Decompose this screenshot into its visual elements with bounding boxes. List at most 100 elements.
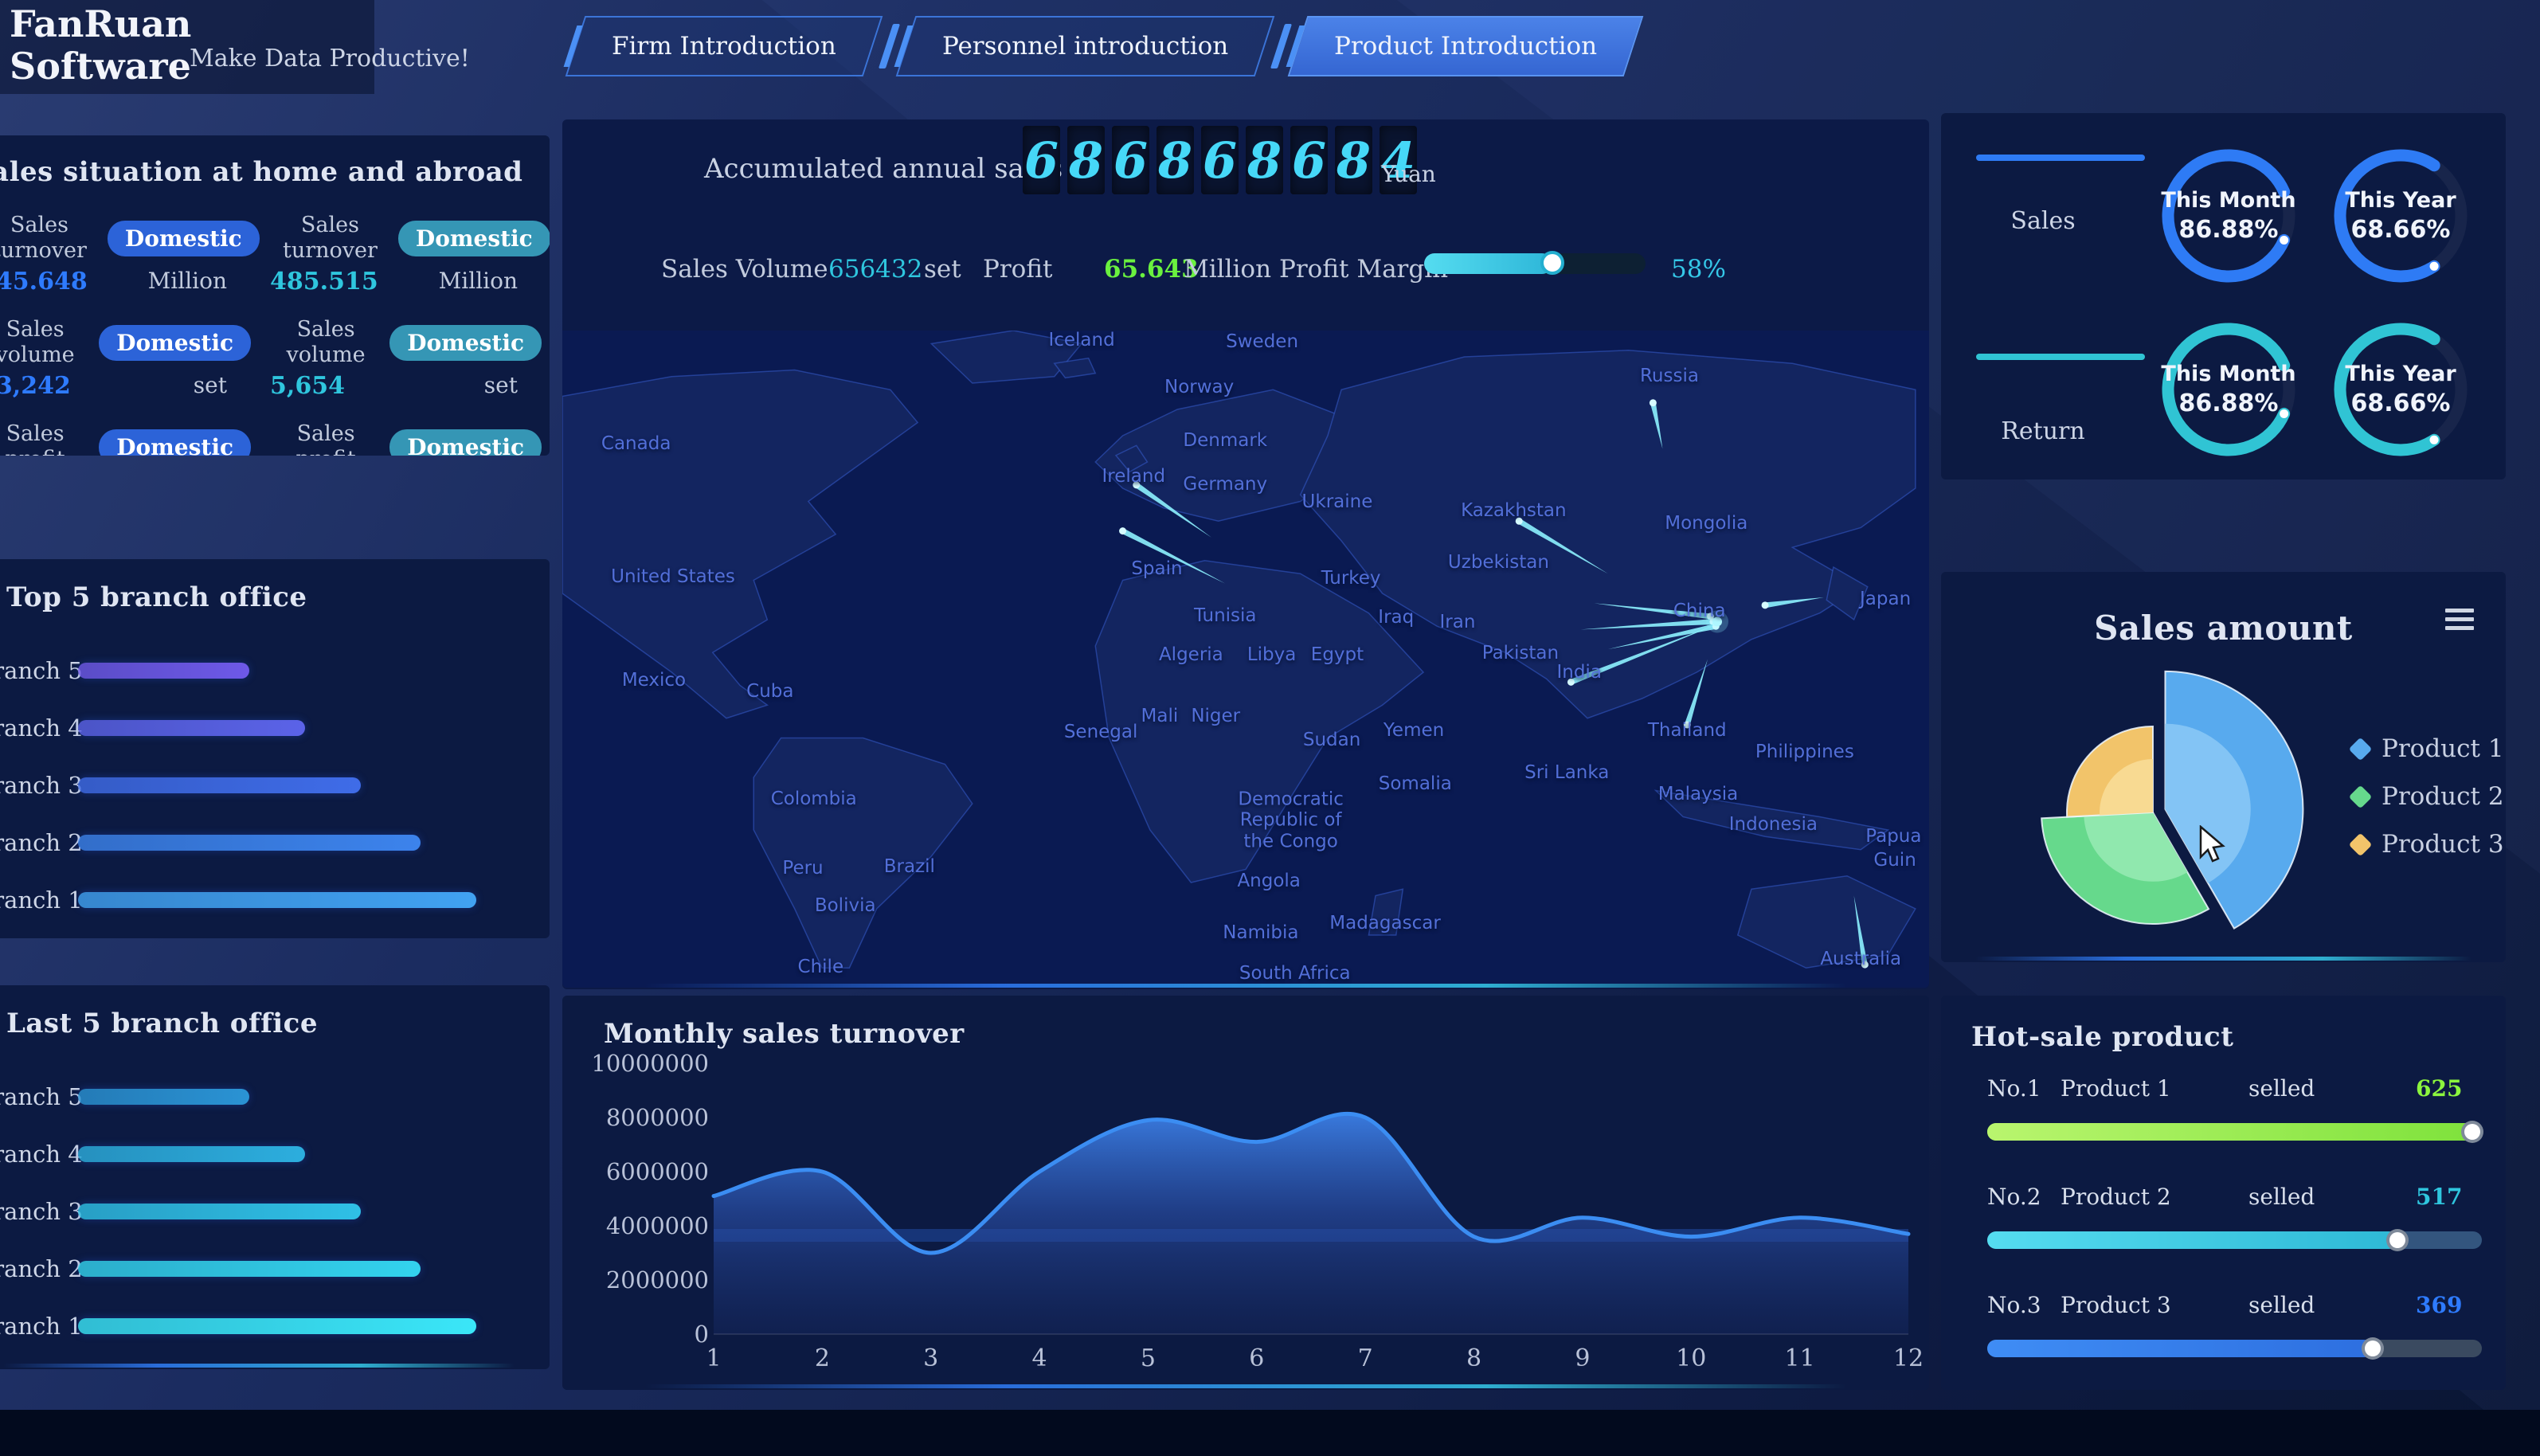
- panel-title: Last 5 branch office: [6, 1008, 318, 1039]
- bar: [78, 777, 361, 793]
- gauge-period-label: This Month: [2161, 362, 2296, 386]
- y-tick: 0: [694, 1321, 709, 1348]
- bar-row: Branch 1: [0, 871, 476, 929]
- metric-unit: Million: [147, 268, 227, 294]
- flight-beam: [1684, 659, 1708, 726]
- map-label-namibia: Namibia: [1223, 922, 1299, 943]
- slider-fill: [1424, 253, 1553, 274]
- footer-bar: [0, 1410, 2540, 1456]
- metric-label: Sales volume: [286, 316, 366, 367]
- profit-margin-slider[interactable]: [1424, 251, 1646, 275]
- hot-row-head: No.1 Product 1 selled 625: [1987, 1075, 2482, 1102]
- gauge-this-year: This Year 68.66%: [2325, 140, 2476, 292]
- last5-bars: Branch 5 Branch 4 Branch 3 Branch 2 Branch 1: [0, 1068, 550, 1355]
- map-label-madagascar: Madagascar: [1329, 912, 1441, 933]
- metric-label: Sales volume: [0, 316, 75, 367]
- tab-firm-introduction[interactable]: Firm Introduction: [565, 16, 883, 76]
- gauge-percent-value: 68.66%: [2350, 216, 2451, 244]
- x-tick: 10: [1676, 1344, 1707, 1372]
- x-tick: 8: [1466, 1344, 1482, 1372]
- x-tick: 11: [1784, 1344, 1815, 1372]
- tab-personnel-introduction[interactable]: Personnel introduction: [895, 16, 1275, 76]
- legend-item-product-3[interactable]: Product 3: [2348, 830, 2504, 859]
- digit-value: 6: [1202, 131, 1238, 190]
- sales-volume-unit: set: [924, 255, 961, 284]
- product-name: Product 1: [2061, 1075, 2171, 1102]
- bar-label: Branch 4: [0, 1141, 83, 1168]
- sales-counter-unit: Yuan: [1381, 161, 1436, 187]
- metric-row: Sales turnover Domestic 485.515 Million: [270, 212, 550, 296]
- legend-item-product-1[interactable]: Product 1: [2348, 734, 2504, 763]
- bar: [78, 1146, 305, 1162]
- x-tick: 1: [706, 1344, 722, 1372]
- selled-value: 369: [2416, 1292, 2463, 1318]
- legend-item-product-2[interactable]: Product 2: [2348, 782, 2504, 811]
- map-label-uzbekistan: Uzbekistan: [1447, 552, 1549, 573]
- map-label-canada: Canada: [601, 432, 671, 454]
- map-label-germany: Germany: [1183, 473, 1268, 495]
- metric-label: Sales turnover: [283, 212, 378, 263]
- rose-pie-chart: [2041, 670, 2304, 930]
- domestic-tag[interactable]: Domestic: [389, 324, 542, 361]
- app-logo: FanRuan Software: [10, 3, 191, 88]
- bar-track: [78, 720, 476, 736]
- digit-value: 6: [1291, 131, 1327, 190]
- gauge-group: This Month 86.88% This Year 68.66%: [2153, 140, 2476, 292]
- product-name: Product 3: [2061, 1292, 2171, 1318]
- selled-value: 625: [2416, 1075, 2463, 1102]
- domestic-tag[interactable]: Domestic: [389, 429, 542, 456]
- bar-row: Branch 4: [0, 1125, 476, 1183]
- bar-track: [78, 1146, 476, 1162]
- bar-track: [78, 777, 476, 793]
- metric-unit: Million: [438, 268, 518, 294]
- progress-track: [1987, 1337, 2482, 1360]
- profit-unit: Million: [1184, 255, 1272, 284]
- domestic-tag[interactable]: Domestic: [99, 429, 251, 456]
- metric-head: Sales turnover Domestic: [0, 212, 260, 264]
- progress-knob[interactable]: [2460, 1121, 2483, 1143]
- gauge-period-label: This Year: [2345, 362, 2456, 386]
- bar-row: Branch 4: [0, 699, 476, 757]
- metric-row: Sales volume Domestic 5,654 set: [270, 316, 542, 400]
- bar-track: [78, 1089, 476, 1105]
- gauge-percent-value: 86.88%: [2178, 389, 2279, 417]
- gauge-this-year: This Year 68.66%: [2325, 314, 2476, 465]
- map-label-ireland: Ireland: [1102, 465, 1166, 487]
- hamburger-menu-icon[interactable]: [2445, 609, 2474, 635]
- map-label-denmark: Denmark: [1183, 429, 1268, 451]
- progress-fill: [1987, 1123, 2472, 1141]
- tab-product-introduction[interactable]: Product Introduction: [1287, 16, 1644, 76]
- metric-label: Sales profit: [5, 421, 65, 456]
- x-tick: 7: [1357, 1344, 1373, 1372]
- legend-label: Product 3: [2381, 830, 2504, 859]
- slider-knob[interactable]: [1540, 251, 1565, 275]
- hot-sale-row: No.3 Product 3 selled 369: [1941, 1292, 2506, 1388]
- panel-title: Hot-sale product: [1971, 1021, 2234, 1053]
- profit-label: Profit: [983, 255, 1053, 284]
- bar-track: [78, 663, 476, 679]
- bar: [78, 1318, 476, 1334]
- gauge-period-label: This Month: [2161, 188, 2296, 213]
- y-tick: 2000000: [605, 1266, 709, 1294]
- y-tick: 6000000: [605, 1158, 709, 1185]
- progress-knob[interactable]: [2386, 1229, 2409, 1251]
- map-label-iraq: Iraq: [1378, 606, 1415, 628]
- x-tick: 12: [1892, 1344, 1924, 1372]
- world-map: Iceland Sweden Norway Denmark Ireland Germany…: [562, 331, 1929, 988]
- domestic-tag[interactable]: Domestic: [99, 324, 251, 361]
- selled-label: selled: [2248, 1075, 2315, 1102]
- sales-volume-label: Sales Volume: [661, 255, 828, 284]
- domestic-tag[interactable]: Domestic: [107, 220, 260, 256]
- domestic-tag[interactable]: Domestic: [397, 220, 550, 256]
- map-label-angola: Angola: [1237, 871, 1301, 892]
- bar-label: Branch 5: [0, 1083, 83, 1110]
- bar: [78, 835, 421, 851]
- hot-row-head: No.2 Product 2 selled 517: [1987, 1184, 2482, 1210]
- progress-knob[interactable]: [2362, 1337, 2385, 1360]
- map-label-algeria: Algeria: [1158, 644, 1223, 665]
- gauge-group-label: Return: [2001, 417, 2085, 445]
- selled-label: selled: [2248, 1184, 2315, 1210]
- profit-margin-value: 58%: [1671, 255, 1726, 284]
- map-label-tunisia: Tunisia: [1193, 605, 1257, 626]
- gauges-panel: Sales This Month 86.88% This Year 68.66% Retu…: [1941, 113, 2506, 479]
